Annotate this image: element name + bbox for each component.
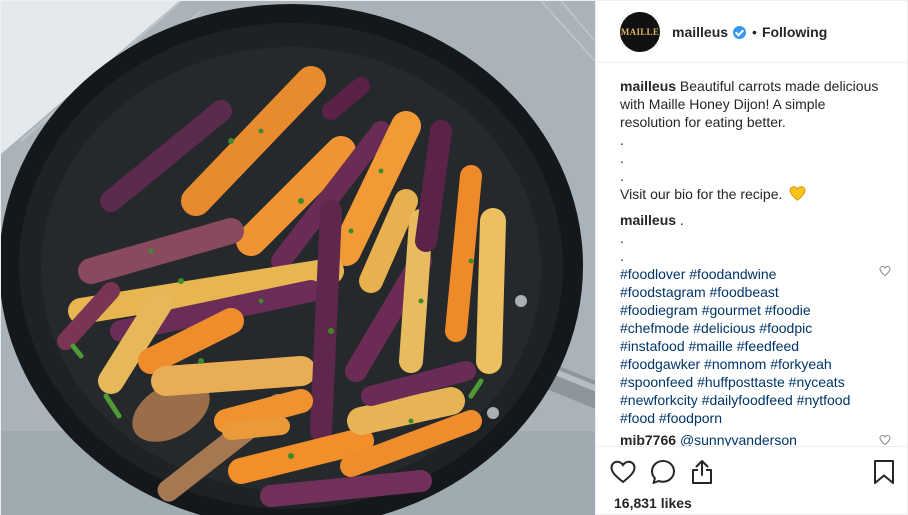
- comment-dot: .: [620, 230, 624, 246]
- comment-text: .: [679, 212, 684, 228]
- comment-username[interactable]: mib7766: [620, 432, 676, 446]
- caption-dot: .: [620, 168, 624, 184]
- post-actions: 16,831 likes: [596, 446, 907, 515]
- share-button[interactable]: [690, 459, 714, 485]
- comment-mention[interactable]: @sunnyvanderson: [680, 432, 797, 446]
- following-button[interactable]: Following: [762, 24, 827, 40]
- hashtag-line[interactable]: #foodlover #foodandwine: [620, 265, 891, 283]
- header-username[interactable]: mailleus: [672, 24, 728, 40]
- caption-username[interactable]: mailleus: [620, 78, 676, 94]
- avatar[interactable]: MAILLE: [620, 11, 660, 52]
- share-icon: [692, 460, 712, 484]
- caption-text-line3: resolution for eating better.: [620, 114, 786, 130]
- header-separator: •: [752, 23, 757, 40]
- carrots-in-pan-image: [1, 1, 595, 515]
- comment: mailleus . . . #foodlover #foodandwine #…: [620, 211, 891, 427]
- caption: mailleus Beautiful carrots made deliciou…: [620, 77, 891, 203]
- post-side-panel: MAILLE mailleus • Following mailleus Bea…: [595, 1, 907, 515]
- post-header: MAILLE mailleus • Following: [596, 1, 907, 63]
- speech-bubble-icon: [651, 460, 675, 484]
- caption-dot: .: [620, 132, 624, 148]
- bookmark-icon: [874, 460, 894, 484]
- caption-text-line2: with Maille Honey Dijon! A simple: [620, 96, 826, 112]
- instagram-post: MAILLE mailleus • Following mailleus Bea…: [0, 0, 908, 515]
- comments-section[interactable]: mailleus Beautiful carrots made deliciou…: [596, 63, 907, 446]
- hashtag-line[interactable]: #foodgawker #nomnom #forkyeah: [620, 355, 891, 373]
- likes-count[interactable]: 16,831 likes: [610, 495, 895, 511]
- action-bar: [610, 457, 895, 487]
- verified-badge-icon: [733, 26, 747, 39]
- comment-like-heart-icon[interactable]: [879, 434, 891, 446]
- heart-outline-icon: [610, 460, 636, 484]
- caption-cta: Visit our bio for the recipe.: [620, 186, 783, 202]
- hashtag-line[interactable]: #food #foodporn: [620, 409, 891, 427]
- comment-dot: .: [620, 248, 624, 264]
- caption-dot: .: [620, 150, 624, 166]
- comment-username[interactable]: mailleus: [620, 212, 676, 228]
- yellow-heart-emoji-icon: [789, 186, 806, 201]
- comment: mib7766 @sunnyvanderson: [620, 431, 891, 446]
- post-photo[interactable]: [1, 1, 595, 515]
- caption-text-line1: Beautiful carrots made delicious: [679, 78, 879, 94]
- comment-like-heart-icon[interactable]: [879, 265, 891, 277]
- hashtag-line[interactable]: #foodiegram #gourmet #foodie: [620, 301, 891, 319]
- like-button[interactable]: [610, 460, 636, 484]
- hashtag-line[interactable]: #instafood #maille #feedfeed: [620, 337, 891, 355]
- avatar-logo-text: MAILLE: [620, 26, 660, 37]
- hashtag-line[interactable]: #newforkcity #dailyfoodfeed #nytfood: [620, 391, 891, 409]
- save-button[interactable]: [873, 459, 895, 485]
- hashtag-line[interactable]: #spoonfeed #huffposttaste #nyceats: [620, 373, 891, 391]
- comment-button[interactable]: [650, 459, 676, 485]
- hashtag-line[interactable]: #chefmode #delicious #foodpic: [620, 319, 891, 337]
- hashtag-line[interactable]: #foodstagram #foodbeast: [620, 283, 891, 301]
